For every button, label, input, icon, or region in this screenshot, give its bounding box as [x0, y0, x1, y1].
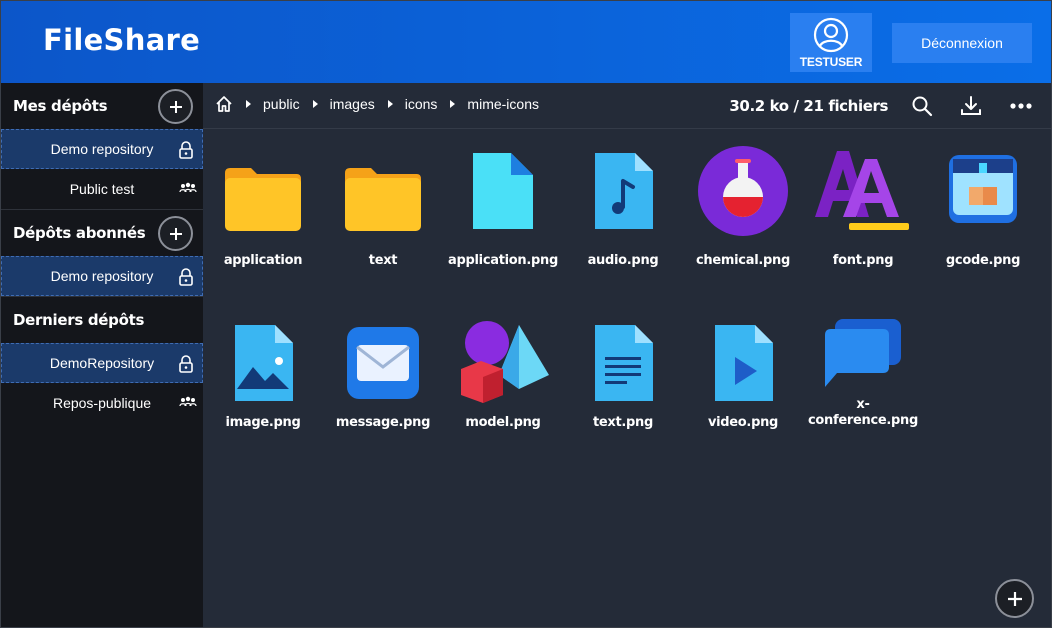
add-file-button[interactable]: [995, 579, 1034, 618]
file-item-chemical-png[interactable]: chemical.png: [683, 129, 803, 299]
3d-printer-icon: [949, 155, 1017, 223]
add-repo-button[interactable]: [158, 89, 193, 124]
plus-icon: [169, 227, 182, 240]
file-item-video-png[interactable]: video.png: [683, 309, 803, 459]
file-item-text-png[interactable]: text.png: [563, 309, 683, 459]
video-file-icon: [715, 325, 773, 401]
breadcrumb-separator-icon: [312, 100, 318, 108]
search-icon[interactable]: [910, 94, 934, 118]
file-item-text[interactable]: text: [323, 129, 443, 299]
image-file-icon: [235, 325, 293, 401]
file-name: application: [223, 253, 303, 268]
breadcrumb-separator-icon: [450, 100, 456, 108]
breadcrumb-item[interactable]: mime-icons: [467, 96, 539, 112]
section-title: Mes dépôts: [13, 97, 108, 115]
breadcrumb-item[interactable]: images: [330, 96, 375, 112]
file-name: model.png: [465, 415, 541, 430]
more-options-icon[interactable]: [1009, 94, 1033, 118]
breadcrumb: public images icons mime-icons: [215, 95, 539, 113]
section-subscribed-repos: Dépôts abonnés: [1, 210, 203, 256]
file-name: text: [368, 253, 398, 268]
brand-logo[interactable]: FileShare: [43, 23, 200, 57]
envelope-icon: [347, 327, 419, 399]
file-item-model-png[interactable]: model.png: [443, 309, 563, 459]
font-icon: [815, 151, 909, 230]
breadcrumb-item[interactable]: public: [263, 96, 300, 112]
generic-file-icon: [473, 153, 533, 229]
home-icon[interactable]: [215, 95, 233, 113]
download-icon[interactable]: [959, 94, 983, 118]
logout-button[interactable]: Déconnexion: [892, 23, 1032, 63]
repo-name: DemoRepository: [49, 355, 155, 371]
lock-icon: [179, 141, 193, 159]
file-item-application-png[interactable]: application.png: [443, 129, 563, 299]
section-recent-repos: Derniers dépôts: [1, 297, 203, 343]
sidebar-item-demo-repository-subscribed[interactable]: Demo repository: [1, 256, 203, 296]
add-subscription-button[interactable]: [158, 216, 193, 251]
sidebar-item-repos-publique[interactable]: Repos-publique: [1, 383, 203, 423]
file-name: video.png: [707, 415, 779, 430]
plus-icon: [169, 100, 182, 113]
lock-icon: [179, 268, 193, 286]
folder-stats: 30.2 ko / 21 fichiers: [729, 97, 888, 115]
people-icon: [179, 182, 197, 193]
file-name: image.png: [225, 415, 301, 430]
repo-name: Repos-publique: [52, 395, 152, 411]
file-item-gcode-png[interactable]: gcode.png: [923, 129, 1043, 299]
breadcrumb-separator-icon: [387, 100, 393, 108]
text-file-icon: [595, 325, 653, 401]
sidebar-item-public-test[interactable]: Public test: [1, 169, 203, 209]
repo-name: Demo repository: [50, 141, 154, 157]
file-item-font-png[interactable]: font.png: [803, 129, 923, 299]
audio-file-icon: [595, 153, 653, 229]
sidebar: Mes dépôts Demo repository Public test D…: [1, 83, 203, 627]
sidebar-item-demo-repository[interactable]: Demo repository: [1, 129, 203, 169]
breadcrumb-separator-icon: [246, 100, 251, 108]
file-item-message-png[interactable]: message.png: [323, 309, 443, 459]
app-window: FileShare TESTUSER Déconnexion Mes dépôt…: [0, 0, 1052, 628]
file-name: font.png: [832, 253, 894, 268]
file-item-application[interactable]: application: [203, 129, 323, 299]
file-name: chemical.png: [696, 253, 790, 268]
flask-icon: [698, 146, 788, 236]
repo-name: Demo repository: [50, 268, 154, 284]
file-item-x-conference-png[interactable]: x-conference.png: [803, 309, 923, 459]
breadcrumb-item[interactable]: icons: [405, 96, 438, 112]
repo-name: Public test: [69, 181, 135, 197]
section-my-repos: Mes dépôts: [1, 83, 203, 129]
file-item-audio-png[interactable]: audio.png: [563, 129, 683, 299]
toolbar: public images icons mime-icons 30.2 ko /…: [203, 83, 1051, 129]
file-name: gcode.png: [945, 253, 1021, 268]
sidebar-item-demorepository[interactable]: DemoRepository: [1, 343, 203, 383]
username-label: TESTUSER: [799, 55, 863, 69]
user-account-button[interactable]: TESTUSER: [790, 13, 872, 72]
file-name: application.png: [448, 253, 558, 268]
people-icon: [179, 396, 197, 407]
user-avatar-icon: [813, 17, 849, 53]
file-name: x-conference.png: [808, 397, 918, 428]
file-browser: public images icons mime-icons 30.2 ko /…: [203, 83, 1051, 627]
folder-icon: [345, 168, 421, 231]
file-name: message.png: [335, 415, 431, 430]
header: FileShare TESTUSER Déconnexion: [1, 1, 1051, 83]
section-title: Derniers dépôts: [13, 311, 145, 329]
section-title: Dépôts abonnés: [13, 224, 146, 242]
lock-icon: [179, 355, 193, 373]
file-item-image-png[interactable]: image.png: [203, 309, 323, 459]
file-name: text.png: [592, 415, 654, 430]
file-name: audio.png: [587, 253, 659, 268]
folder-icon: [225, 168, 301, 231]
chat-bubbles-icon: [825, 319, 901, 387]
plus-icon: [1007, 591, 1022, 606]
3d-shapes-icon: [461, 321, 549, 403]
